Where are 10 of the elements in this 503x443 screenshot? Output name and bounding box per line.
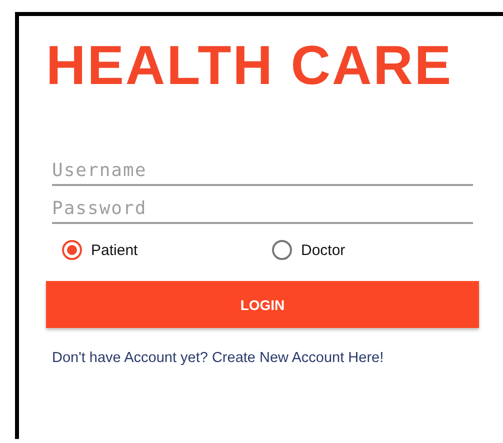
radio-icon[interactable] [272, 240, 292, 260]
radio-label: Patient [91, 242, 138, 258]
radio-label: Doctor [301, 242, 346, 258]
role-radio[interactable]: Patient [62, 240, 272, 260]
radio-icon[interactable] [62, 240, 82, 260]
role-radio[interactable]: Doctor [272, 240, 482, 260]
signup-link[interactable]: Don't have Account yet? Create New Account Here! [52, 350, 384, 366]
password-field[interactable]: Password [52, 194, 473, 224]
username-field[interactable]: Username [52, 156, 473, 186]
app-title: HEALTH CARE [46, 36, 454, 94]
